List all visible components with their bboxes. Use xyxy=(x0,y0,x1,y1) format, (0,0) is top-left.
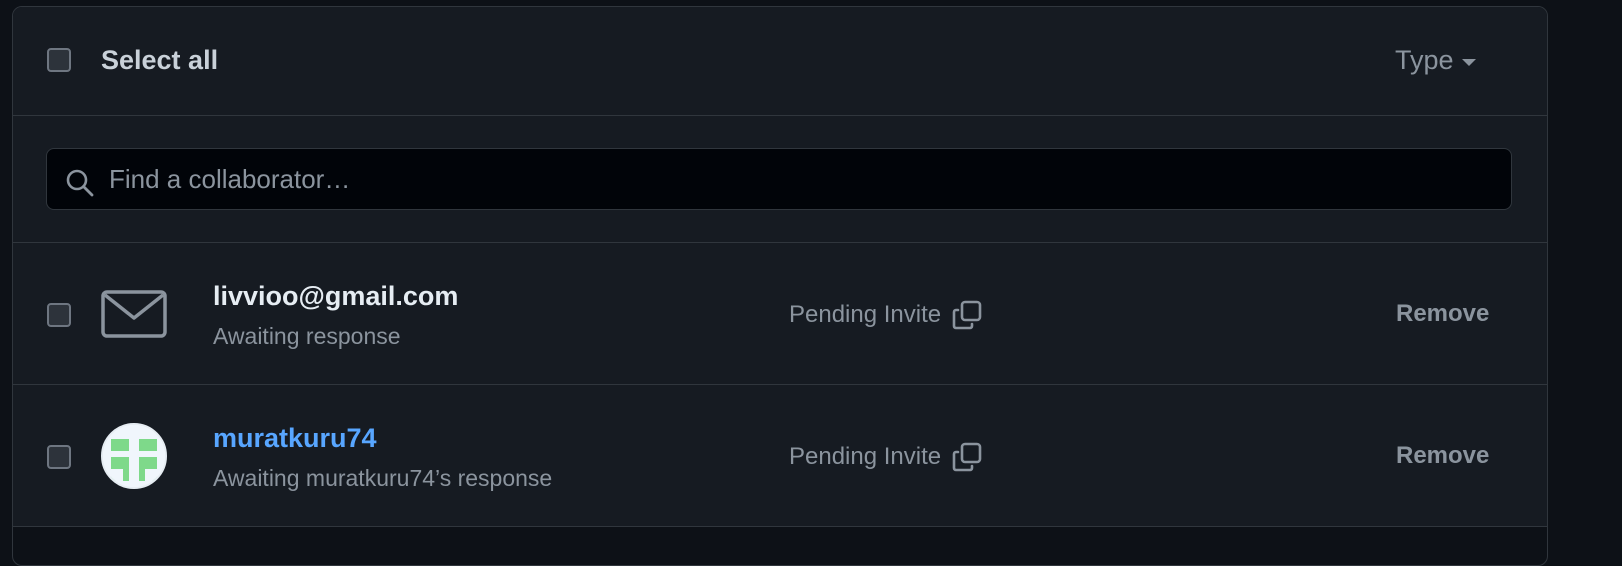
identicon-avatar[interactable] xyxy=(101,423,167,489)
search-icon xyxy=(66,169,94,197)
pending-invite: Pending Invite xyxy=(789,299,983,331)
pending-invite-label: Pending Invite xyxy=(789,301,942,328)
type-filter-label: Type xyxy=(1395,45,1454,75)
select-all-label: Select all xyxy=(101,45,219,75)
collaborator-username-link[interactable]: muratkuru74 xyxy=(213,423,377,454)
collaborator-row: livvioo@gmail.com Awaiting response Pend… xyxy=(13,243,1547,385)
search-area xyxy=(13,116,1547,243)
type-filter-dropdown[interactable]: Type xyxy=(1395,45,1476,76)
select-all-checkbox[interactable] xyxy=(47,48,71,72)
collaborator-row: muratkuru74 Awaiting muratkuru74’s respo… xyxy=(13,385,1547,527)
remove-button[interactable]: Remove xyxy=(1396,442,1489,470)
mail-icon xyxy=(101,290,167,338)
row-checkbox[interactable] xyxy=(47,445,71,469)
row-checkbox[interactable] xyxy=(47,303,71,327)
caret-down-icon xyxy=(1461,59,1476,66)
collaborator-name: livvioo@gmail.com xyxy=(213,281,459,311)
collaborator-status-text: Awaiting response xyxy=(213,323,401,349)
list-header: Select all Type xyxy=(13,7,1547,116)
copy-icon[interactable] xyxy=(951,299,983,331)
copy-icon[interactable] xyxy=(951,441,983,473)
collaborators-panel: Select all Type livvioo@gmail.com Awaiti… xyxy=(12,6,1548,566)
search-box[interactable] xyxy=(46,148,1512,210)
pending-invite: Pending Invite xyxy=(789,441,983,473)
search-input[interactable] xyxy=(109,149,1499,209)
pending-invite-label: Pending Invite xyxy=(789,443,942,470)
identicon-image xyxy=(103,425,165,487)
remove-button[interactable]: Remove xyxy=(1396,300,1489,328)
collaborator-status-text: Awaiting muratkuru74’s response xyxy=(213,465,553,491)
